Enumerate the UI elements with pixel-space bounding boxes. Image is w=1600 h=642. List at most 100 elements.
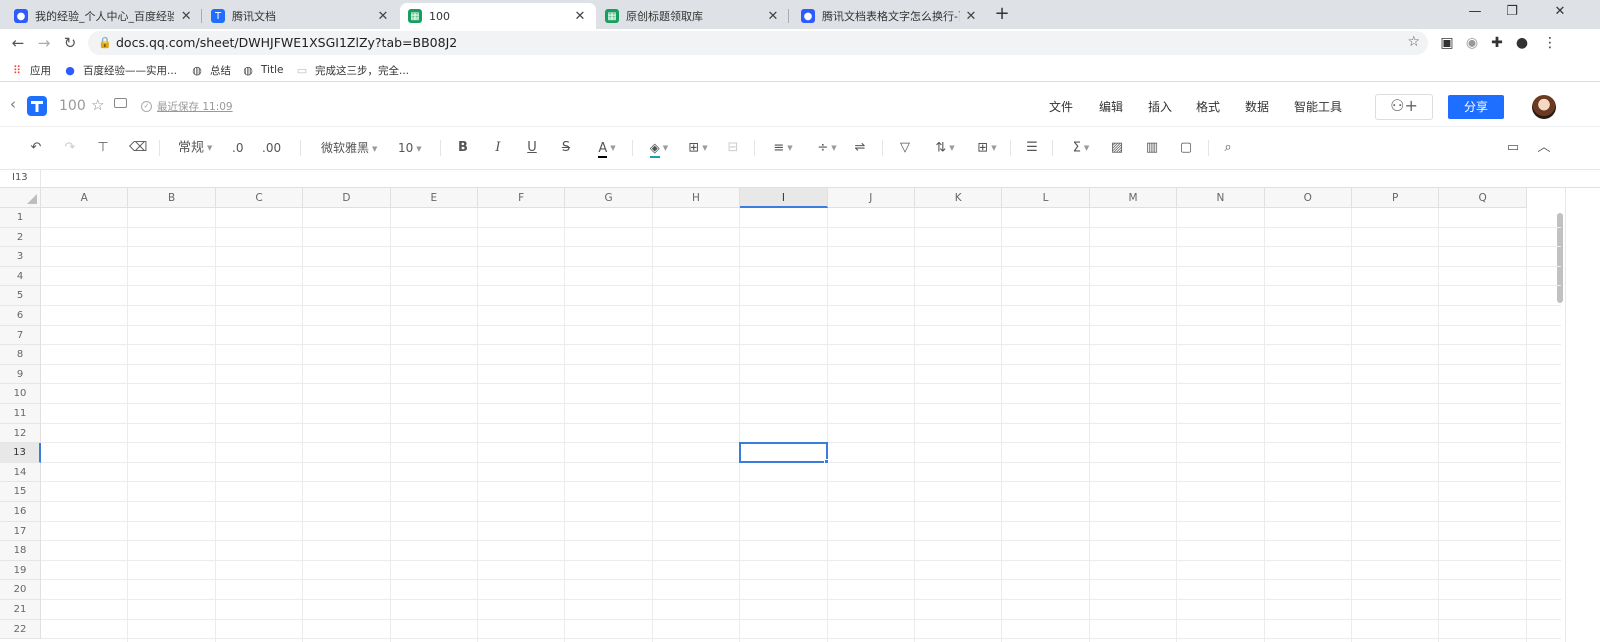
- bookmark-item[interactable]: ◍ Title: [241, 61, 283, 79]
- tab-close-icon[interactable]: ✕: [964, 9, 978, 24]
- redo-icon[interactable]: ↷: [61, 138, 79, 158]
- underline-icon[interactable]: U: [524, 138, 540, 158]
- column-header[interactable]: G: [565, 188, 653, 208]
- bookmark-item[interactable]: ▭ 完成这三步，完全...: [295, 61, 409, 79]
- column-header[interactable]: F: [478, 188, 566, 208]
- column-header[interactable]: L: [1002, 188, 1090, 208]
- minimize-icon[interactable]: —: [1455, 2, 1495, 24]
- browser-tab[interactable]: ● 腾讯文档表格文字怎么换行-百度 ✕: [793, 3, 986, 29]
- cell-reference[interactable]: I13: [12, 172, 28, 183]
- merge-cells-icon[interactable]: ⊟: [725, 138, 741, 158]
- browser-tab[interactable]: ▦ 原创标题领取库 ✕: [597, 3, 789, 29]
- column-header[interactable]: H: [652, 188, 741, 208]
- sort-button[interactable]: ⇅ ▼: [931, 138, 959, 158]
- font-family-dropdown[interactable]: 微软雅黑 ▼: [321, 138, 377, 158]
- horizontal-align-button[interactable]: ≡ ▼: [768, 138, 798, 158]
- column-header[interactable]: N: [1177, 188, 1265, 208]
- column-header[interactable]: K: [915, 188, 1003, 208]
- column-header[interactable]: B: [128, 188, 216, 208]
- column-header[interactable]: Q: [1439, 188, 1527, 208]
- back-chevron-icon[interactable]: ‹: [10, 95, 16, 113]
- italic-icon[interactable]: I: [490, 138, 506, 158]
- tab-close-icon[interactable]: ✕: [765, 9, 781, 24]
- row-header[interactable]: 15: [0, 482, 41, 502]
- row-header[interactable]: 11: [0, 404, 41, 424]
- column-header[interactable]: C: [215, 188, 304, 208]
- row-header[interactable]: 8: [0, 345, 41, 365]
- folder-icon[interactable]: [114, 98, 127, 108]
- puzzle-icon[interactable]: ✚: [1487, 33, 1507, 53]
- restore-icon[interactable]: ❐: [1492, 2, 1532, 24]
- collapse-chevron-icon[interactable]: ︿: [1535, 138, 1553, 158]
- save-status[interactable]: ✓ 最近保存 11:09: [141, 99, 233, 114]
- row-header[interactable]: 20: [0, 580, 41, 600]
- menu-edit[interactable]: 编辑: [1099, 98, 1123, 115]
- url-text[interactable]: docs.qq.com/sheet/DWHJFWE1XSGI1ZlZy?tab=…: [116, 35, 457, 50]
- window-close-icon[interactable]: ✕: [1540, 2, 1580, 24]
- row-header[interactable]: 7: [0, 325, 41, 346]
- extension-icon[interactable]: ▣: [1437, 33, 1457, 53]
- row-header[interactable]: 5: [0, 286, 41, 306]
- increase-decimal-button[interactable]: .00: [262, 138, 281, 158]
- forward-arrow-icon[interactable]: →: [34, 33, 54, 53]
- row-header[interactable]: 2: [0, 227, 41, 248]
- bookmark-item[interactable]: ● 百度经验——实用...: [63, 61, 177, 79]
- spreadsheet-grid[interactable]: A B C D E F G H I J K L M N O P Q 1 2 3 4 5 6 7 8 9 10 11 12 13 14 15 16…: [0, 188, 1600, 642]
- row-header[interactable]: 21: [0, 600, 41, 620]
- menu-smart-tools[interactable]: 智能工具: [1294, 98, 1342, 115]
- sidebar-panel-icon[interactable]: ▭: [1504, 138, 1522, 158]
- bold-icon[interactable]: B: [455, 138, 471, 158]
- freeze-icon[interactable]: ☰: [1023, 138, 1041, 158]
- star-icon[interactable]: ☆: [91, 96, 104, 114]
- browser-tab[interactable]: T 腾讯文档 ✕: [203, 3, 399, 29]
- tencent-docs-logo-icon[interactable]: [26, 95, 48, 117]
- undo-icon[interactable]: ↶: [27, 138, 45, 158]
- row-header[interactable]: 18: [0, 541, 41, 561]
- add-collaborator-button[interactable]: ⚇+: [1375, 94, 1433, 120]
- column-header[interactable]: M: [1089, 188, 1178, 208]
- column-header[interactable]: E: [390, 188, 478, 208]
- vertical-align-button[interactable]: ÷ ▼: [812, 138, 842, 158]
- strikethrough-icon[interactable]: S: [558, 138, 574, 158]
- column-header[interactable]: D: [303, 188, 391, 208]
- tab-close-icon[interactable]: ✕: [178, 9, 194, 24]
- bookmark-item[interactable]: ◍ 总结: [190, 61, 231, 79]
- tab-close-icon[interactable]: ✕: [572, 9, 588, 24]
- row-header[interactable]: 4: [0, 266, 41, 287]
- back-arrow-icon[interactable]: ←: [8, 33, 28, 53]
- new-tab-button[interactable]: +: [991, 4, 1013, 26]
- decrease-decimal-button[interactable]: .0: [232, 138, 243, 158]
- filter-icon[interactable]: ▽: [897, 138, 913, 158]
- wrap-text-icon[interactable]: ⇌: [851, 138, 869, 158]
- reload-icon[interactable]: ↻: [60, 33, 80, 53]
- row-header[interactable]: 12: [0, 423, 41, 444]
- browser-tab-active[interactable]: ▦ 100 ✕: [400, 3, 596, 29]
- row-header[interactable]: 1: [0, 208, 41, 228]
- row-header[interactable]: 16: [0, 502, 41, 522]
- format-painter-icon[interactable]: ⊤: [94, 138, 112, 158]
- browser-tab[interactable]: ● 我的经验_个人中心_百度经验 ✕: [6, 3, 202, 29]
- number-format-dropdown[interactable]: 常规 ▼: [178, 138, 212, 158]
- column-header[interactable]: J: [827, 188, 915, 208]
- borders-button[interactable]: ⊞ ▼: [683, 138, 713, 158]
- column-header[interactable]: A: [41, 188, 129, 208]
- row-header[interactable]: 14: [0, 462, 41, 483]
- menu-file[interactable]: 文件: [1049, 98, 1073, 115]
- selected-cell[interactable]: [739, 442, 828, 463]
- row-header[interactable]: 9: [0, 364, 41, 385]
- menu-format[interactable]: 格式: [1196, 98, 1220, 115]
- row-header[interactable]: 3: [0, 247, 41, 267]
- conditional-format-button[interactable]: ⊞ ▼: [973, 138, 1001, 158]
- menu-data[interactable]: 数据: [1245, 98, 1269, 115]
- row-header[interactable]: 13: [0, 443, 41, 463]
- clear-format-icon[interactable]: ⌫: [129, 138, 147, 158]
- function-button[interactable]: Σ ▼: [1067, 138, 1095, 158]
- extension-icon[interactable]: ◉: [1462, 33, 1482, 53]
- fill-handle[interactable]: [823, 458, 829, 464]
- profile-icon[interactable]: ●: [1512, 33, 1532, 53]
- find-icon[interactable]: ⌕: [1219, 138, 1237, 158]
- bookmark-star-icon[interactable]: ☆: [1407, 34, 1420, 50]
- font-size-dropdown[interactable]: 10 ▼: [398, 138, 422, 158]
- share-button[interactable]: 分享: [1448, 95, 1504, 119]
- column-header[interactable]: I: [740, 188, 828, 208]
